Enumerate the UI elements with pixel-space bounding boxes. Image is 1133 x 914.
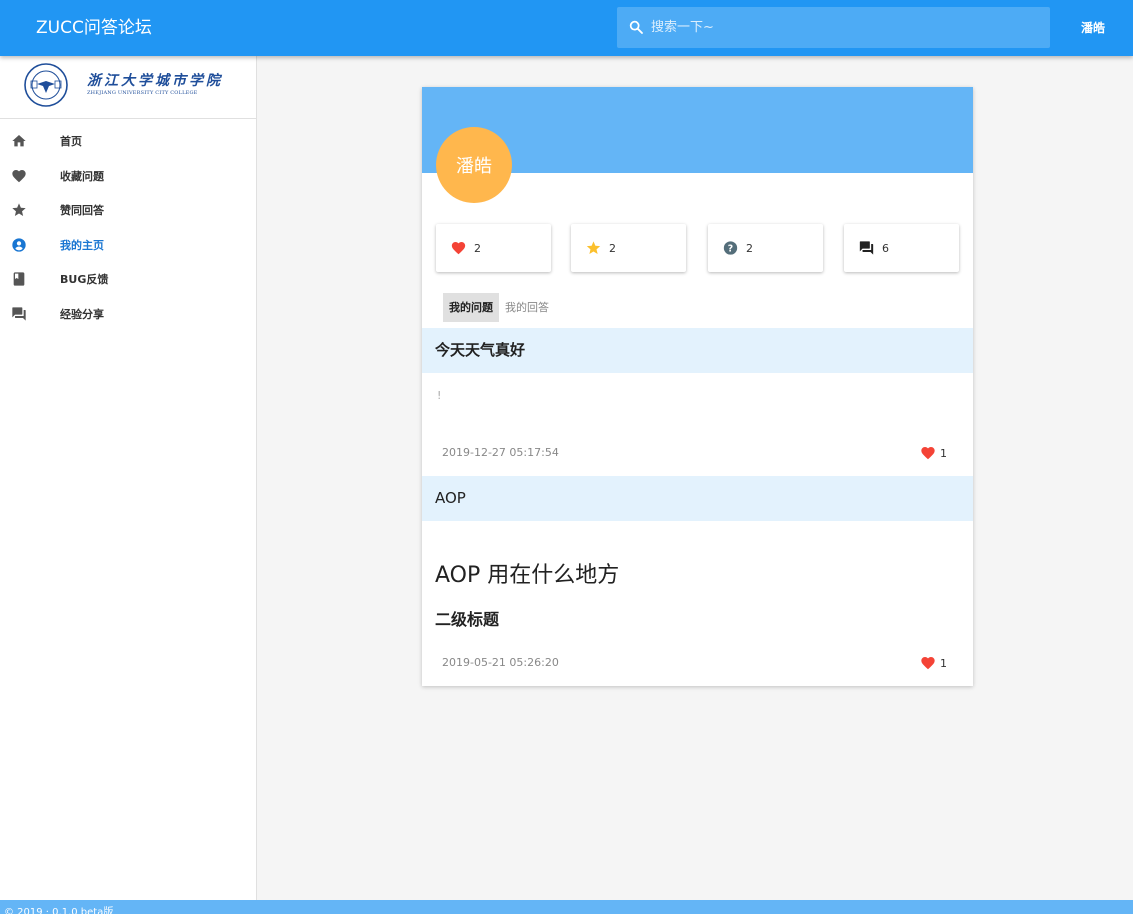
- nav-label: 收藏问题: [60, 169, 104, 183]
- nav-item-my-homepage[interactable]: 我的主页: [0, 228, 256, 263]
- question-body-heading: AOP 用在什么地方: [435, 563, 620, 588]
- account-circle-icon: [12, 237, 26, 252]
- nav-item-bug-feedback[interactable]: BUG反馈: [0, 262, 256, 297]
- nav-item-favorites[interactable]: 收藏问题: [0, 159, 256, 194]
- stat-count: 2: [746, 242, 753, 255]
- search-input[interactable]: [651, 7, 1041, 48]
- nav-label: 首页: [60, 135, 82, 149]
- stat-count: 2: [474, 242, 481, 255]
- stat-count: 2: [609, 242, 616, 255]
- nav-label: 赞同回答: [60, 204, 104, 218]
- stat-favorites[interactable]: 2: [436, 224, 551, 272]
- forum-icon: [859, 241, 874, 255]
- question-date: 2019-12-27 05:17:54: [442, 446, 559, 459]
- question-circle-icon: ?: [723, 241, 738, 255]
- svg-text:?: ?: [728, 243, 733, 254]
- stat-answers[interactable]: 6: [844, 224, 959, 272]
- book-icon: [13, 272, 25, 286]
- question-title-bar[interactable]: 今天天气真好: [422, 328, 973, 373]
- heart-icon: [451, 242, 466, 255]
- college-seal-icon: [24, 63, 68, 107]
- star-icon: [586, 241, 601, 254]
- user-menu[interactable]: 潘皓: [1081, 0, 1105, 56]
- profile-card: 潘皓 2 2 ? 2 6 我的问题 我的回答 今天天气真好 ! 2019-12-…: [422, 87, 973, 686]
- search-box[interactable]: [617, 7, 1050, 48]
- nav-label: BUG反馈: [60, 273, 109, 287]
- like-count: 1: [940, 656, 947, 670]
- tab-my-answers[interactable]: 我的回答: [499, 293, 555, 322]
- college-name-en: ZHEJIANG UNIVERSITY CITY COLLEGE: [87, 90, 198, 96]
- footer-text: © 2019 · 0.1.0 beta版: [4, 907, 114, 914]
- question-date: 2019-05-21 05:26:20: [442, 656, 559, 669]
- heart-icon: [921, 447, 935, 460]
- nav-label: 我的主页: [60, 238, 104, 252]
- nav-item-liked-answers[interactable]: 赞同回答: [0, 193, 256, 228]
- college-logo[interactable]: 浙江大学城市学院 ZHEJIANG UNIVERSITY CITY COLLEG…: [0, 56, 256, 119]
- stat-questions[interactable]: ? 2: [708, 224, 823, 272]
- nav-label: 经验分享: [60, 307, 104, 321]
- question-body-subheading: 二级标题: [435, 610, 500, 629]
- app-bar: ZUCC问答论坛 潘皓: [0, 0, 1133, 56]
- stat-count: 6: [882, 242, 889, 255]
- like-button[interactable]: 1: [919, 655, 947, 671]
- question-title: AOP: [435, 489, 466, 507]
- forum-icon: [12, 306, 26, 321]
- search-icon: [629, 20, 643, 34]
- nav-item-home[interactable]: 首页: [0, 124, 256, 159]
- college-name-cn: 浙江大学城市学院: [87, 73, 223, 89]
- profile-tabs: 我的问题 我的回答: [443, 293, 555, 322]
- home-icon: [12, 135, 26, 147]
- sidebar: 浙江大学城市学院 ZHEJIANG UNIVERSITY CITY COLLEG…: [0, 56, 257, 900]
- app-title[interactable]: ZUCC问答论坛: [36, 0, 152, 56]
- tab-my-questions[interactable]: 我的问题: [443, 293, 499, 322]
- footer: © 2019 · 0.1.0 beta版: [0, 900, 1133, 914]
- star-icon: [12, 203, 26, 216]
- like-button[interactable]: 1: [919, 445, 947, 461]
- question-title-bar[interactable]: AOP: [422, 476, 973, 521]
- like-count: 1: [940, 446, 947, 460]
- question-title: 今天天气真好: [435, 341, 526, 359]
- heart-icon: [921, 657, 935, 670]
- heart-icon: [12, 169, 26, 182]
- avatar[interactable]: 潘皓: [436, 127, 512, 203]
- question-body: !: [437, 389, 442, 402]
- nav-item-experience-sharing[interactable]: 经验分享: [0, 297, 256, 332]
- stat-likes[interactable]: 2: [571, 224, 686, 272]
